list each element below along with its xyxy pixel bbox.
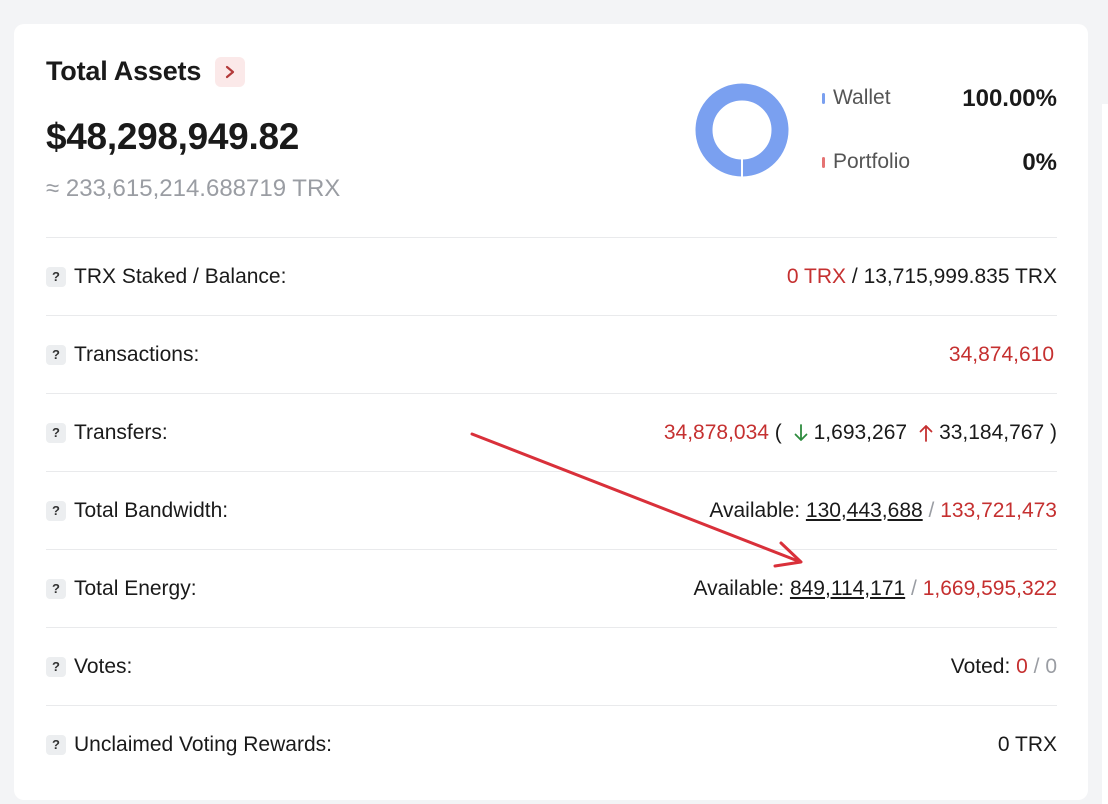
energy-total: 1,669,595,322	[922, 576, 1057, 600]
voted-label: Voted:	[950, 654, 1017, 678]
legend-portfolio-percent: 0%	[1022, 149, 1057, 176]
energy-available-link[interactable]: 849,114,171	[790, 577, 905, 601]
row-label: Transfers:	[74, 420, 168, 444]
staked-value: 0 TRX	[786, 264, 847, 288]
question-icon[interactable]: ?	[46, 266, 66, 287]
details-button[interactable]	[215, 56, 246, 87]
total-trx-value: ≈ 233,615,214.688719 TRX	[46, 175, 341, 202]
donut-wallet-ring	[695, 83, 789, 177]
bandwidth-total: 133,721,473	[940, 498, 1057, 522]
total-usd-value: $48,298,949.82	[46, 116, 299, 157]
stats-list: ? TRX Staked / Balance: 0 TRX / 13,715,9…	[46, 237, 1057, 783]
separator: /	[846, 264, 864, 288]
total-assets-card: Total Assets $48,298,949.82 ≈ 233,615,21…	[14, 24, 1088, 800]
voted-value: 0	[1016, 654, 1028, 678]
question-icon[interactable]: ?	[46, 656, 66, 677]
row-total-bandwidth: ? Total Bandwidth: Available: 130,443,68…	[46, 471, 1057, 549]
transactions-value: 34,874,610	[948, 342, 1054, 366]
rewards-value: 0 TRX	[997, 732, 1057, 756]
available-label: Available:	[693, 576, 790, 600]
legend-wallet-label: Wallet	[833, 86, 891, 109]
row-label: TRX Staked / Balance:	[74, 264, 287, 288]
arrow-down-icon	[794, 423, 808, 442]
votes-total: 0	[1045, 654, 1057, 678]
row-label: Transactions:	[74, 342, 200, 366]
row-label: Total Energy:	[74, 576, 197, 600]
transfers-in: 1,693,267	[813, 420, 908, 444]
question-icon[interactable]: ?	[46, 422, 66, 443]
arrow-up-icon	[919, 424, 933, 442]
available-label: Available:	[709, 498, 806, 522]
row-label: Unclaimed Voting Rewards:	[74, 732, 332, 756]
transfers-out: 33,184,767	[939, 420, 1045, 444]
paren-open: (	[768, 420, 788, 444]
question-icon[interactable]: ?	[46, 344, 66, 365]
legend-wallet: Wallet	[822, 86, 891, 110]
scroll-edge	[1102, 104, 1108, 804]
row-unclaimed-rewards: ? Unclaimed Voting Rewards: 0 TRX	[46, 705, 1057, 783]
legend-portfolio-label: Portfolio	[833, 150, 911, 173]
legend-wallet-percent: 100.00%	[962, 85, 1057, 112]
row-trx-staked: ? TRX Staked / Balance: 0 TRX / 13,715,9…	[46, 237, 1057, 315]
transfers-total: 34,878,034	[663, 420, 769, 444]
question-icon[interactable]: ?	[46, 734, 66, 755]
question-icon[interactable]: ?	[46, 500, 66, 521]
legend-portfolio: Portfolio	[822, 150, 910, 174]
bandwidth-available-link[interactable]: 130,443,688	[806, 499, 923, 523]
page-title: Total Assets	[46, 56, 202, 86]
row-total-energy: ? Total Energy: Available: 849,114,171 /…	[46, 549, 1057, 627]
question-icon[interactable]: ?	[46, 578, 66, 599]
legend-portfolio-marker	[822, 156, 825, 168]
row-transfers: ? Transfers: 34,878,034 ( 1,693,267 33,1…	[46, 393, 1057, 471]
legend-wallet-marker	[822, 92, 825, 104]
header: Total Assets	[46, 56, 246, 87]
row-votes: ? Votes: Voted: 0 / 0	[46, 627, 1057, 705]
separator: /	[922, 498, 941, 522]
row-transactions: ? Transactions: 34,874,610	[46, 315, 1057, 393]
row-label: Votes:	[74, 654, 133, 678]
separator: /	[905, 576, 923, 600]
row-label: Total Bandwidth:	[74, 498, 229, 522]
chevron-right-icon	[226, 65, 235, 78]
paren-close: )	[1044, 420, 1057, 444]
separator: /	[1027, 654, 1046, 678]
balance-value: 13,715,999.835 TRX	[863, 264, 1057, 288]
allocation-donut-chart	[695, 83, 789, 178]
